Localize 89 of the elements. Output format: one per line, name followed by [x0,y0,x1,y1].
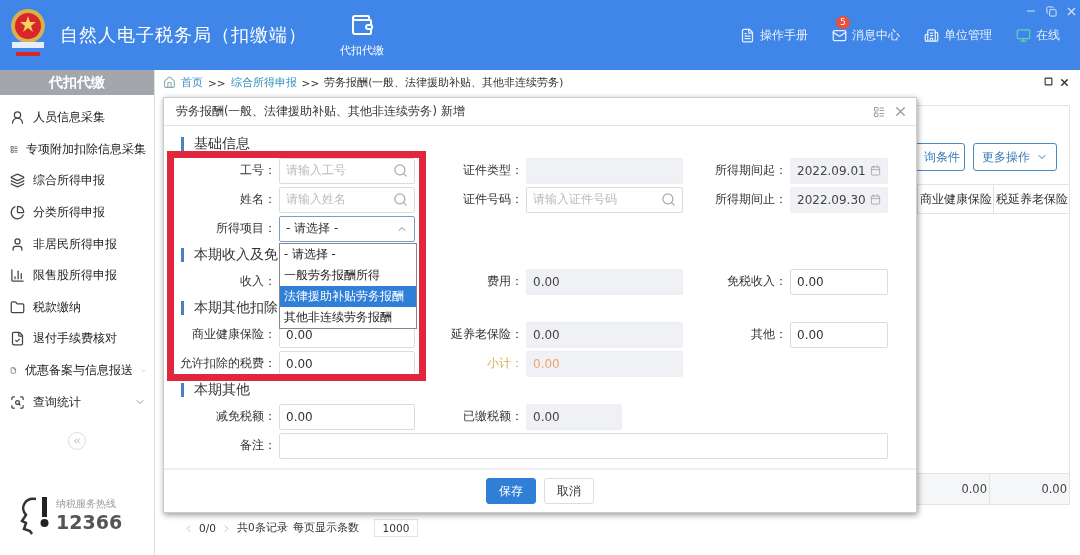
mail-icon [832,28,847,43]
section-title: 本期其他 [194,381,250,399]
field-label: 其他： [750,326,787,343]
header-link[interactable]: 5 消息中心 [832,16,900,43]
field-label: 所得项目： [215,220,276,237]
field-label: 收入： [239,273,276,290]
field-label: 证件类型： [462,162,523,179]
input-field[interactable]: 0.00 [790,268,888,295]
readonly-field: 0.00 [526,268,683,295]
field-label: 小计： [486,355,523,372]
sidebar-item[interactable]: 专项附加扣除信息采集 [0,133,154,166]
search-icon[interactable] [661,192,676,207]
save-button[interactable]: 保存 [486,478,536,504]
readonly-field: 0.00 [526,403,622,430]
sidebar-item[interactable]: 税款缴纳 [0,291,154,324]
close-icon[interactable] [1059,77,1070,88]
document-icon [740,28,755,43]
user-icon [10,236,25,252]
field-label: 允许扣除的税费： [179,355,276,372]
wallet-icon [350,12,374,37]
breadcrumb-separator: >> [301,76,320,89]
dialog-title: 劳务报酬(一般、法律援助补贴、其他非连续劳务) 新增 [176,104,466,119]
field-label: 所得期间止： [714,191,787,208]
bar-chart-icon [10,268,25,284]
hotline-label: 纳税服务热线 [56,497,117,511]
cancel-button[interactable]: 取消 [544,478,594,504]
layers-icon [10,173,25,189]
chevrons-left-icon [72,435,82,446]
search-icon[interactable] [393,163,408,178]
search-icon[interactable] [393,192,408,207]
section-title: 本期其他扣除 [194,299,278,317]
breadcrumb-current: 劳务报酬(一般、法律援助补贴、其他非连续劳务) [324,75,564,90]
monitor-icon [1016,28,1031,43]
restore-icon[interactable] [1044,4,1058,18]
search-list-icon [10,394,25,410]
menu-button[interactable]: 更多操作 [973,143,1057,171]
field-label: 减免税额： [215,408,276,425]
sidebar-item[interactable]: 限售股所得申报 [0,259,154,292]
sidebar-item[interactable]: 退付手续费核对 [0,323,154,355]
page-size-label: 每页显示条数 [292,521,359,535]
field-label: 商业健康保险： [191,326,276,343]
date-field[interactable]: 2022.09.01 [790,157,888,184]
field-label: 备注： [239,437,276,454]
field-label: 延养老保险： [450,326,523,343]
field-label: 工号： [239,162,276,179]
building-icon [924,28,939,43]
sidebar-item[interactable]: 分类所得申报 [0,196,154,229]
pie-chart-icon [10,205,25,221]
input-field[interactable]: 0.00 [279,403,415,430]
sidebar-item[interactable]: 人员信息采集 [0,102,154,134]
home-icon[interactable] [163,76,176,89]
sidebar-item[interactable]: 优惠备案与信息报送 [0,354,154,387]
field-label: 所得期间起： [714,162,787,179]
readonly-field: 0.00 [526,321,683,348]
subtotal-field: 0.00 [526,350,683,377]
breadcrumb-link[interactable]: 综合所得申报 [230,75,297,90]
app-title: 自然人电子税务局（扣缴端） [60,23,307,47]
field-label: 费用： [486,273,523,290]
count-badge: 5 [836,16,850,29]
calendar-icon[interactable] [870,165,881,176]
field-label: 姓名： [239,191,276,208]
sidebar-title: 代扣代缴 [0,70,154,95]
input-field[interactable] [279,432,888,459]
date-field[interactable]: 2022.09.30 [790,186,888,213]
folder-icon [10,299,25,315]
breadcrumb-link[interactable]: 首页 [181,75,203,90]
nav-item[interactable]: 代扣代缴 [337,0,387,70]
calendar-icon[interactable] [870,194,881,205]
hotline-number: 12366 [56,510,123,533]
column-header: 税延养老保险 [993,185,1069,213]
dropdown-option[interactable]: 法律援助补贴劳务报酬 [280,285,416,307]
section-title: 本期收入及免 [194,246,278,264]
field-label: 免税收入： [726,273,787,290]
sidebar-item[interactable]: 综合所得申报 [0,165,154,197]
sidebar-item[interactable]: 查询统计 [0,386,154,418]
input-field[interactable]: 0.00 [279,350,415,377]
field-label: 已缴税额： [462,408,523,425]
page-count: 0/0 [199,522,216,534]
section-title: 基础信息 [194,135,250,153]
field-label: 证件号码： [462,191,523,208]
breadcrumb-separator: >> [208,76,226,89]
total-cell: 0.00 [989,474,1069,504]
input-field[interactable]: 0.00 [790,321,888,348]
sidebar-item[interactable]: 非居民所得申报 [0,228,154,260]
page-size-field[interactable]: 1000 [373,519,419,537]
user-icon [10,110,25,126]
maximize-icon[interactable] [1044,77,1053,86]
document-icon [10,331,25,347]
record-count: 共0条记录 [236,521,288,535]
